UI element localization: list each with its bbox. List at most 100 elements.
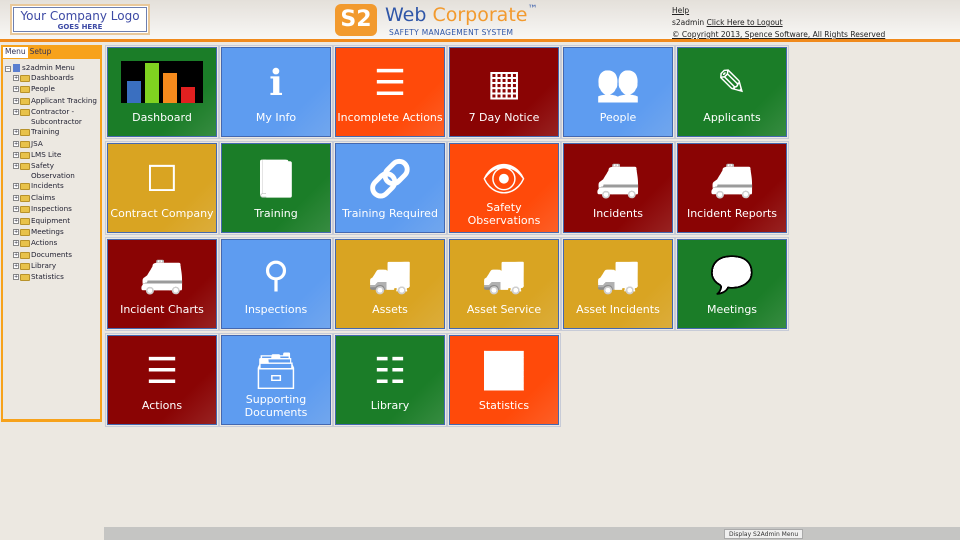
tree-item[interactable]: + Training: [13, 127, 98, 138]
brand-web: Web: [385, 4, 427, 26]
truck-icon: 🚚: [367, 254, 413, 296]
tile-label: Contract Company: [110, 207, 214, 220]
tree-item-label: Incidents: [31, 181, 64, 191]
tile-training-required[interactable]: 🔗 Training Required: [333, 141, 447, 235]
info-icon: ℹ: [269, 62, 283, 104]
tile-incidents[interactable]: 🚑 Incidents: [561, 141, 675, 235]
tile-incident-charts[interactable]: 🚑 Incident Charts: [105, 237, 219, 331]
tree-item-label: JSA: [31, 138, 43, 148]
tile-library[interactable]: ☷ Library: [333, 333, 447, 427]
expand-icon[interactable]: +: [13, 228, 19, 235]
folder-icon: [20, 129, 30, 137]
tree-item[interactable]: + Equipment: [13, 216, 98, 227]
tree-item[interactable]: + Incidents: [13, 181, 98, 192]
expand-icon[interactable]: +: [13, 217, 19, 224]
brand-subtitle: SAFETY MANAGEMENT SYSTEM: [389, 28, 514, 37]
stack-icon: ☷: [373, 350, 407, 392]
collapse-icon[interactable]: −: [5, 65, 11, 72]
tile-dashboard[interactable]: Dashboard: [105, 45, 219, 139]
tree-item[interactable]: + Meetings: [13, 227, 98, 238]
tree-root[interactable]: − s2admin Menu: [5, 62, 98, 73]
expand-icon[interactable]: +: [13, 86, 19, 93]
tile-label: Meetings: [706, 303, 758, 316]
book-icon: 📗: [253, 158, 299, 200]
tree-item[interactable]: + Safety Observation: [13, 161, 98, 181]
tile-label: Applicants: [703, 111, 761, 124]
expand-icon[interactable]: +: [13, 183, 19, 190]
tree-item-label: LMS Lite: [31, 149, 62, 159]
tree-item[interactable]: + Documents: [13, 250, 98, 261]
tile-applicants[interactable]: ✎ Applicants: [675, 45, 789, 139]
expand-icon[interactable]: +: [13, 251, 19, 258]
bar-chart-icon: [108, 58, 216, 108]
tree-item[interactable]: + Inspections: [13, 204, 98, 215]
expand-icon[interactable]: +: [13, 151, 19, 158]
expand-icon[interactable]: +: [13, 194, 19, 201]
tree-item-label: Documents: [31, 249, 72, 259]
tab-setup[interactable]: Setup: [28, 47, 54, 58]
display-menu-button[interactable]: Display S2Admin Menu: [724, 529, 804, 539]
tile-label: Incident Charts: [120, 303, 204, 316]
tree-item[interactable]: + JSA: [13, 139, 98, 150]
tile-label: 7 Day Notice: [468, 111, 540, 124]
tile-my-info[interactable]: ℹ My Info: [219, 45, 333, 139]
expand-icon[interactable]: +: [13, 206, 19, 213]
tile-incident-reports[interactable]: 🚑 Incident Reports: [675, 141, 789, 235]
tile-label: Dashboard: [132, 111, 192, 124]
tree-item[interactable]: + Actions: [13, 238, 98, 249]
expand-icon[interactable]: +: [13, 163, 19, 170]
tree-item[interactable]: + Statistics: [13, 272, 98, 283]
chat-bubbles-icon: 💬: [709, 254, 755, 296]
expand-icon[interactable]: +: [13, 109, 19, 116]
tree-item-label: Actions: [31, 238, 58, 248]
list-icon: ☰: [373, 62, 407, 104]
tile-label: My Info: [255, 111, 297, 124]
truck-icon: 🚚: [481, 254, 527, 296]
chain-link-icon: 🔗: [367, 158, 413, 200]
tile-actions[interactable]: ☰ Actions: [105, 333, 219, 427]
tile-inspections[interactable]: ⚲ Inspections: [219, 237, 333, 331]
tile-label: Actions: [141, 399, 183, 412]
tile-people[interactable]: 👥 People: [561, 45, 675, 139]
expand-icon[interactable]: +: [13, 263, 19, 270]
tile-asset-service[interactable]: 🚚 Asset Service: [447, 237, 561, 331]
sidebar: Menu Setup − s2admin Menu + Dashboards + Peo…: [1, 45, 102, 422]
tile-training[interactable]: 📗 Training: [219, 141, 333, 235]
tile-statistics[interactable]: 📊 Statistics: [447, 333, 561, 427]
tree-item[interactable]: + Dashboards: [13, 73, 98, 84]
tree-item-label: Inspections: [31, 204, 72, 214]
expand-icon[interactable]: +: [13, 75, 19, 81]
tile-label: Incident Reports: [686, 207, 778, 220]
tile-safety-observations[interactable]: 👁 Safety Observations: [447, 141, 561, 235]
expand-icon[interactable]: +: [13, 97, 19, 104]
tree-item[interactable]: + Applicant Tracking: [13, 96, 98, 107]
tile-meetings[interactable]: 💬 Meetings: [675, 237, 789, 331]
copyright-link[interactable]: © Copyright 2013, Spence Software, All R…: [672, 30, 885, 39]
tile-asset-incidents[interactable]: 🚚 Asset Incidents: [561, 237, 675, 331]
tile-contract-company[interactable]: ☐ Contract Company: [105, 141, 219, 235]
tile-label: Asset Incidents: [576, 303, 660, 316]
logout-link[interactable]: Click Here to Logout: [707, 18, 783, 27]
expand-icon[interactable]: +: [13, 140, 19, 147]
tile-7-day-notice[interactable]: ▦ 7 Day Notice: [447, 45, 561, 139]
tile-incomplete-actions[interactable]: ☰ Incomplete Actions: [333, 45, 447, 139]
expand-icon[interactable]: +: [13, 240, 19, 247]
pencil-icon: ✎: [716, 62, 748, 104]
tile-label: Supporting Documents: [244, 393, 308, 419]
tree-item[interactable]: + Library: [13, 261, 98, 272]
tree-item[interactable]: + Contractor - Subcontractor: [13, 107, 98, 127]
expand-icon[interactable]: +: [13, 274, 19, 281]
tile-assets[interactable]: 🚚 Assets: [333, 237, 447, 331]
tab-menu[interactable]: Menu: [3, 47, 28, 58]
help-link[interactable]: Help: [672, 6, 689, 15]
ambulance-icon: 🚑: [709, 158, 755, 200]
tree-item-label: People: [31, 84, 55, 94]
username: s2admin: [672, 18, 705, 27]
expand-icon[interactable]: +: [13, 129, 19, 136]
computer-icon: [13, 63, 20, 72]
tree-item[interactable]: + People: [13, 84, 98, 95]
tree-item[interactable]: + Claims: [13, 193, 98, 204]
tree-item[interactable]: + LMS Lite: [13, 150, 98, 161]
logo-line1: Your Company Logo: [20, 9, 140, 23]
tile-supporting-documents[interactable]: 🗃 Supporting Documents: [219, 333, 333, 427]
